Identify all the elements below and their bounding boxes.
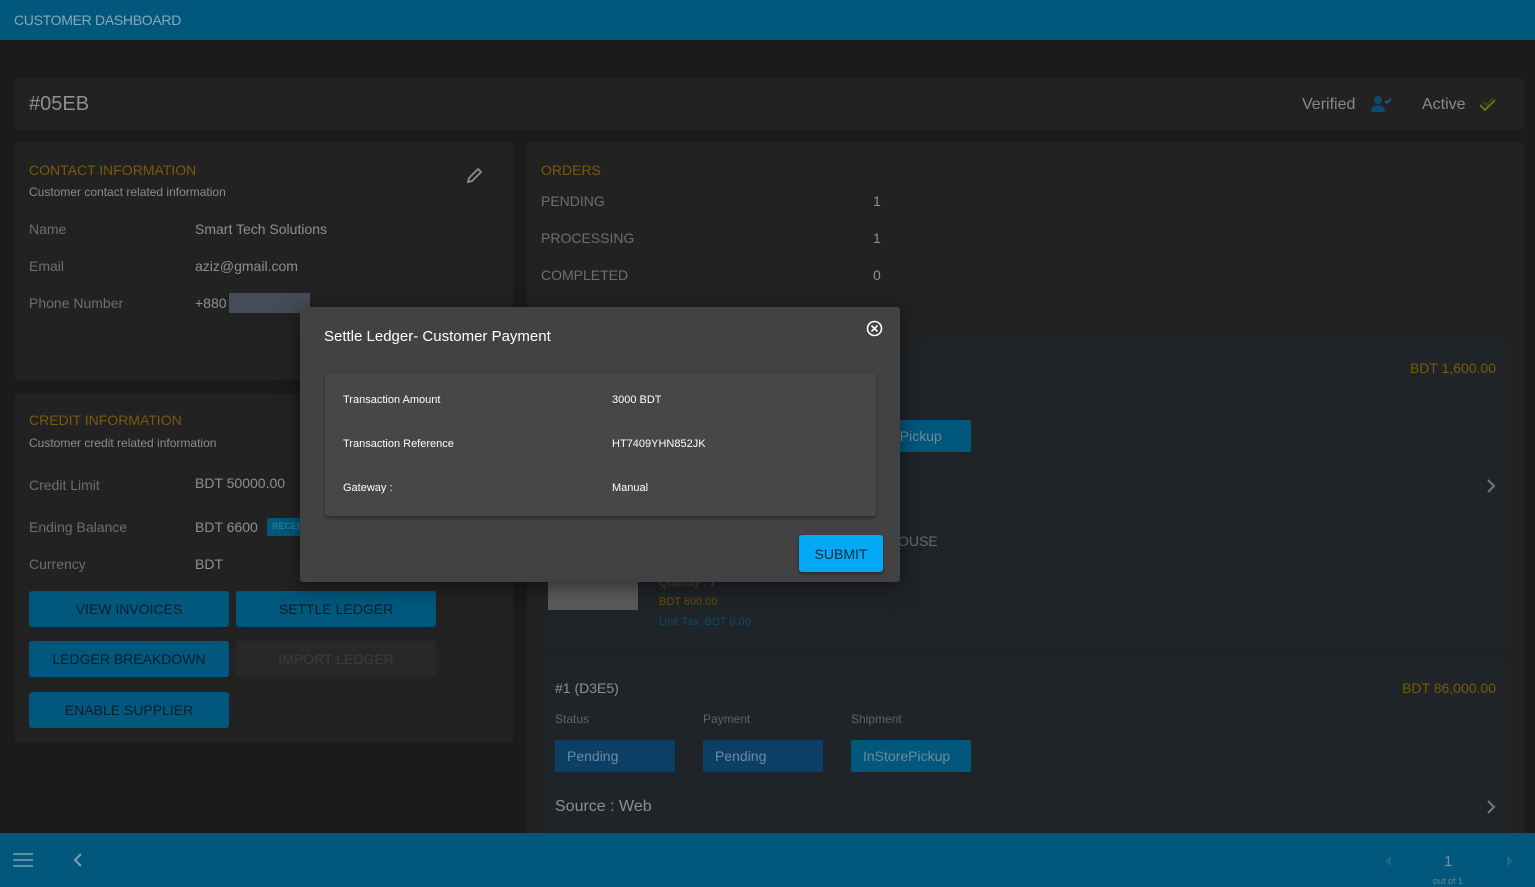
status-button[interactable]: Pending	[555, 740, 675, 772]
order-card[interactable]: #1 (D3E5) BDT 86,000.00 Status Payment S…	[543, 661, 1509, 841]
transaction-reference-value: HT7409YHN852JK	[612, 438, 706, 450]
verified-label: Verified	[1302, 96, 1356, 113]
shipment-label: Shipment	[851, 712, 902, 726]
settle-ledger-modal: Settle Ledger- Customer Payment Transact…	[300, 307, 900, 582]
double-check-icon	[1479, 97, 1496, 112]
product-unit-tax: Unit Tax: BDT 0.00	[659, 616, 751, 628]
product-price: BDT 800.00	[659, 596, 718, 608]
phone-redaction	[229, 293, 310, 313]
edit-pencil-icon[interactable]	[465, 165, 485, 185]
pending-count: 1	[873, 193, 881, 209]
credit-limit-label: Credit Limit	[29, 477, 100, 493]
order-id: #1 (D3E5)	[555, 680, 619, 696]
app-title: CUSTOMER DASHBOARD	[14, 12, 182, 28]
credit-title: CREDIT INFORMATION	[29, 412, 182, 428]
completed-label: COMPLETED	[541, 267, 629, 283]
import-ledger-button[interactable]: IMPORT LEDGER	[236, 641, 436, 677]
verified-user-icon	[1371, 96, 1392, 112]
currency-value: BDT	[195, 556, 223, 572]
payment-label: Payment	[703, 712, 751, 726]
contact-title: CONTACT INFORMATION	[29, 162, 197, 178]
email-label: Email	[29, 258, 65, 274]
phone-label: Phone Number	[29, 295, 124, 311]
payment-button[interactable]: Pending	[703, 740, 823, 772]
modal-title: Settle Ledger- Customer Payment	[324, 328, 551, 345]
customer-id: #05EB	[29, 93, 90, 115]
contact-subtitle: Customer contact related information	[29, 185, 226, 199]
next-page-icon[interactable]	[1507, 856, 1513, 866]
close-icon[interactable]	[866, 320, 883, 337]
credit-limit-value: BDT 50000.00	[195, 475, 286, 491]
transaction-amount-label: Transaction Amount	[343, 394, 441, 406]
status-label: Status	[555, 712, 590, 726]
enable-supplier-button[interactable]: ENABLE SUPPLIER	[29, 692, 229, 728]
ledger-breakdown-button[interactable]: LEDGER BREAKDOWN	[29, 641, 229, 677]
ending-balance-label: Ending Balance	[29, 519, 128, 535]
pending-label: PENDING	[541, 193, 605, 209]
credit-subtitle: Customer credit related information	[29, 436, 217, 450]
order-total: BDT 86,000.00	[1402, 680, 1496, 696]
gateway-label: Gateway :	[343, 482, 393, 494]
product-name: OUSE	[898, 533, 938, 549]
processing-label: PROCESSING	[541, 230, 635, 246]
transaction-amount-value: 3000 BDT	[612, 394, 662, 406]
shipment-button[interactable]: InStorePickup	[851, 740, 971, 772]
ending-balance-value: BDT 6600	[195, 519, 258, 535]
settle-ledger-button[interactable]: SETTLE LEDGER	[236, 591, 436, 627]
order-source: Source : Web	[555, 798, 652, 815]
phone-value: +880	[195, 295, 227, 311]
completed-count: 0	[873, 267, 881, 283]
prev-page-icon[interactable]	[1385, 856, 1391, 866]
submit-button[interactable]: SUBMIT	[799, 535, 883, 572]
name-label: Name	[29, 221, 67, 237]
processing-count: 1	[873, 230, 881, 246]
email-value: aziz@gmail.com	[195, 258, 298, 274]
name-value: Smart Tech Solutions	[195, 221, 328, 237]
order-total: BDT 1,600.00	[1409, 360, 1496, 376]
top-bar: CUSTOMER DASHBOARD	[0, 0, 1535, 40]
transaction-details-card: Transaction Amount 3000 BDT Transaction …	[325, 373, 876, 516]
chevron-right-icon[interactable]	[1486, 479, 1496, 493]
customer-header: #05EB Verified Active	[15, 79, 1524, 129]
orders-title: ORDERS	[541, 162, 601, 178]
view-invoices-button[interactable]: VIEW INVOICES	[29, 591, 229, 627]
page-count: out of 1	[1433, 876, 1464, 886]
gateway-value: Manual	[612, 482, 649, 494]
bottom-bar: 1 out of 1	[0, 833, 1535, 887]
current-page: 1	[1444, 853, 1453, 870]
currency-label: Currency	[29, 556, 86, 572]
chevron-right-icon[interactable]	[1486, 800, 1496, 814]
active-label: Active	[1422, 96, 1466, 113]
back-chevron-icon[interactable]	[73, 853, 83, 867]
menu-icon[interactable]	[13, 852, 33, 868]
transaction-reference-label: Transaction Reference	[343, 438, 454, 450]
